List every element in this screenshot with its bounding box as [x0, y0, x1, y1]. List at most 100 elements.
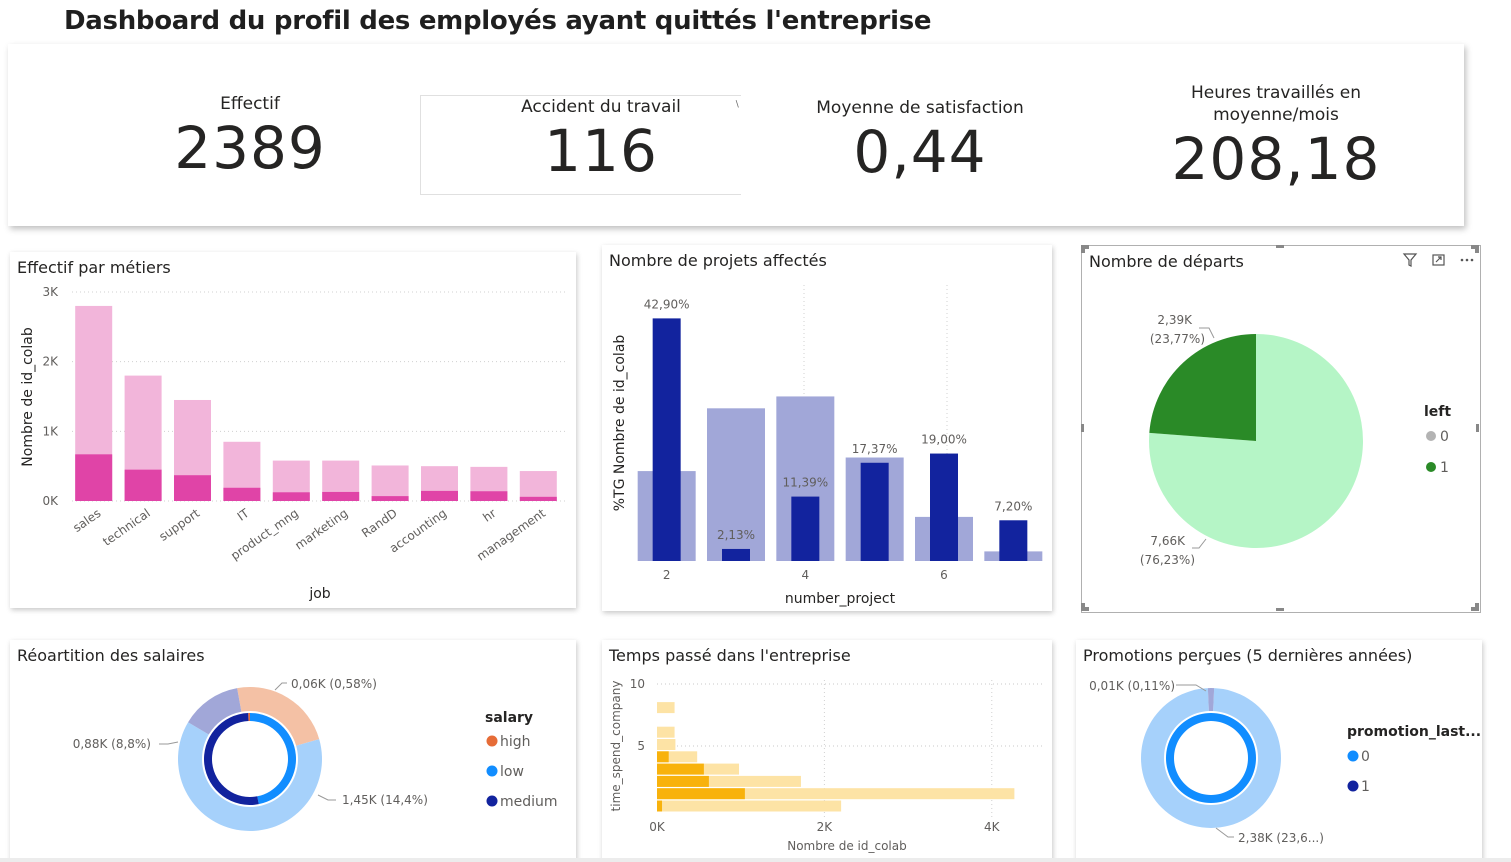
kpi-value: 116 — [544, 117, 658, 185]
y-tick-label: 3K — [42, 285, 59, 299]
bar — [657, 702, 675, 714]
dashboard-title: Dashboard du profil des employés ayant q… — [64, 6, 932, 36]
data-label: 0,06K (0,58%) — [291, 677, 377, 691]
leader-line — [159, 741, 179, 745]
card-promotions[interactable]: Promotions perçues (5 dernières années) … — [1076, 640, 1482, 862]
legend-title: promotion_last... — [1347, 724, 1481, 740]
bar — [174, 475, 211, 501]
data-label: 7,66K — [1150, 534, 1186, 548]
x-axis-title: number_project — [785, 591, 896, 607]
bar — [657, 763, 704, 775]
y-axis-title: %TG Nombre de id_colab — [612, 335, 628, 512]
kpi-label: Accident du travail — [521, 97, 681, 117]
y-tick-label: 1K — [42, 424, 59, 438]
legend-label: medium — [500, 794, 558, 810]
bar — [652, 318, 681, 561]
legend-label: low — [500, 764, 524, 780]
kpi-value: 0,44 — [853, 118, 987, 186]
bar — [519, 496, 557, 501]
focus-mode-icon[interactable] — [1432, 254, 1445, 266]
x-tick-label: 6 — [940, 568, 948, 582]
donut-inner-slice — [1165, 713, 1256, 803]
kpi-accident: Accident du travail 116 — [480, 96, 722, 184]
kpi-label: Effectif — [220, 94, 280, 114]
legend-marker — [486, 795, 498, 807]
data-label: 7,20% — [994, 499, 1032, 513]
bar — [322, 491, 360, 501]
x-tick-label: marketing — [292, 506, 350, 553]
data-label: (76,23%) — [1140, 553, 1195, 567]
pie-slice — [1149, 334, 1256, 441]
x-tick-label: hr — [480, 506, 498, 525]
card-jobs[interactable]: Effectif par métiers 0K 1K 2K 3K sales techni… — [10, 252, 576, 608]
data-label: 17,37% — [852, 442, 898, 456]
card-temps[interactable]: Temps passé dans l'entreprise 10 5 0K 2K 4K N… — [602, 640, 1052, 862]
data-label: 2,39K — [1157, 313, 1193, 327]
x-tick-label: 2K — [817, 820, 834, 834]
legend-label: 1 — [1361, 779, 1370, 795]
bar — [930, 453, 958, 561]
leader-line — [1215, 827, 1234, 838]
departs-chart: 2,39K (23,77%) 7,66K (76,23%) left 0 1 — [1140, 313, 1452, 567]
kpi-value: 2389 — [174, 114, 326, 182]
projects-chart: 42,90% 2,13% 11,39% 17,37% 19,00% 7,20% 2 4 6 num… — [612, 285, 1043, 607]
filter-icon[interactable] — [1402, 253, 1418, 267]
card-projects[interactable]: Nombre de projets affectés 42,90% 2,13% 11… — [602, 245, 1052, 611]
data-label: 2,13% — [717, 528, 755, 542]
card-departs[interactable]: Nombre de départs 2,39K (23,77%) 7,66K (76,… — [1081, 245, 1481, 613]
bar — [657, 800, 663, 812]
y-axis-title: Nombre de id_colab — [20, 327, 36, 467]
data-label: 2,38K (23,6...) — [1238, 831, 1324, 845]
bar — [124, 469, 162, 501]
data-label: (23,77%) — [1150, 332, 1205, 346]
x-tick-label: 2 — [663, 568, 671, 582]
data-label: 42,90% — [644, 297, 690, 311]
legend-marker — [1347, 750, 1359, 762]
bar — [371, 465, 409, 501]
bar — [791, 496, 820, 561]
bar — [860, 462, 889, 561]
donut-inner-slice — [248, 713, 250, 722]
bar — [999, 520, 1028, 561]
y-tick-label: 5 — [637, 739, 645, 753]
bar — [657, 751, 669, 763]
x-tick-label: support — [156, 506, 202, 544]
temps-chart: 10 5 0K 2K 4K Nombre de id_colab time_spend_co… — [609, 677, 1042, 853]
x-axis-title: Nombre de id_colab — [787, 839, 907, 853]
data-label: 19,00% — [921, 433, 967, 447]
data-label: 11,39% — [782, 476, 828, 490]
bar — [657, 726, 675, 738]
legend-marker — [1426, 462, 1436, 472]
bar — [223, 487, 261, 501]
leader-line — [1192, 538, 1207, 549]
data-label: 1,45K (14,4%) — [342, 793, 428, 807]
card-salaires[interactable]: Réoartition des salaires 0,06K (0,58%) 1,… — [10, 640, 576, 862]
donut-outer-slice — [1207, 688, 1215, 712]
y-tick-label: 0K — [42, 494, 59, 508]
legend-marker — [486, 735, 498, 747]
bar — [722, 548, 750, 561]
kpi-satisfaction: Moyenne de satisfaction 0,44 — [790, 97, 1050, 185]
bar — [421, 490, 458, 501]
y-tick-label: 2K — [42, 355, 59, 369]
resize-handle-icon[interactable]: ∖ — [734, 100, 740, 110]
x-tick-label: 4K — [984, 820, 1001, 834]
bar — [519, 471, 557, 501]
data-label: 0,88K (8,8%) — [73, 737, 151, 751]
bar — [371, 496, 409, 501]
legend-title: left — [1424, 404, 1451, 420]
jobs-chart: 0K1K2K3Ksalestechnical support ITproduct_m… — [20, 285, 566, 602]
y-tick-label: 10 — [630, 677, 645, 691]
x-tick-label: 4 — [802, 568, 810, 582]
legend-marker — [1426, 431, 1436, 441]
kpi-effectif: Effectif 2389 — [150, 93, 350, 181]
bar — [470, 491, 508, 501]
legend-title: salary — [485, 710, 533, 726]
more-options-icon[interactable] — [1460, 258, 1474, 262]
kpi-label: Heures travaillés en moyenne/mois — [1190, 83, 1362, 125]
bar — [657, 739, 676, 750]
legend-marker — [486, 765, 498, 777]
bar — [75, 454, 113, 501]
kpi-value: 208,18 — [1171, 125, 1381, 193]
promotions-chart: 0,01K (0,11%) 2,38K (23,6...) promotion_la… — [1089, 679, 1481, 845]
